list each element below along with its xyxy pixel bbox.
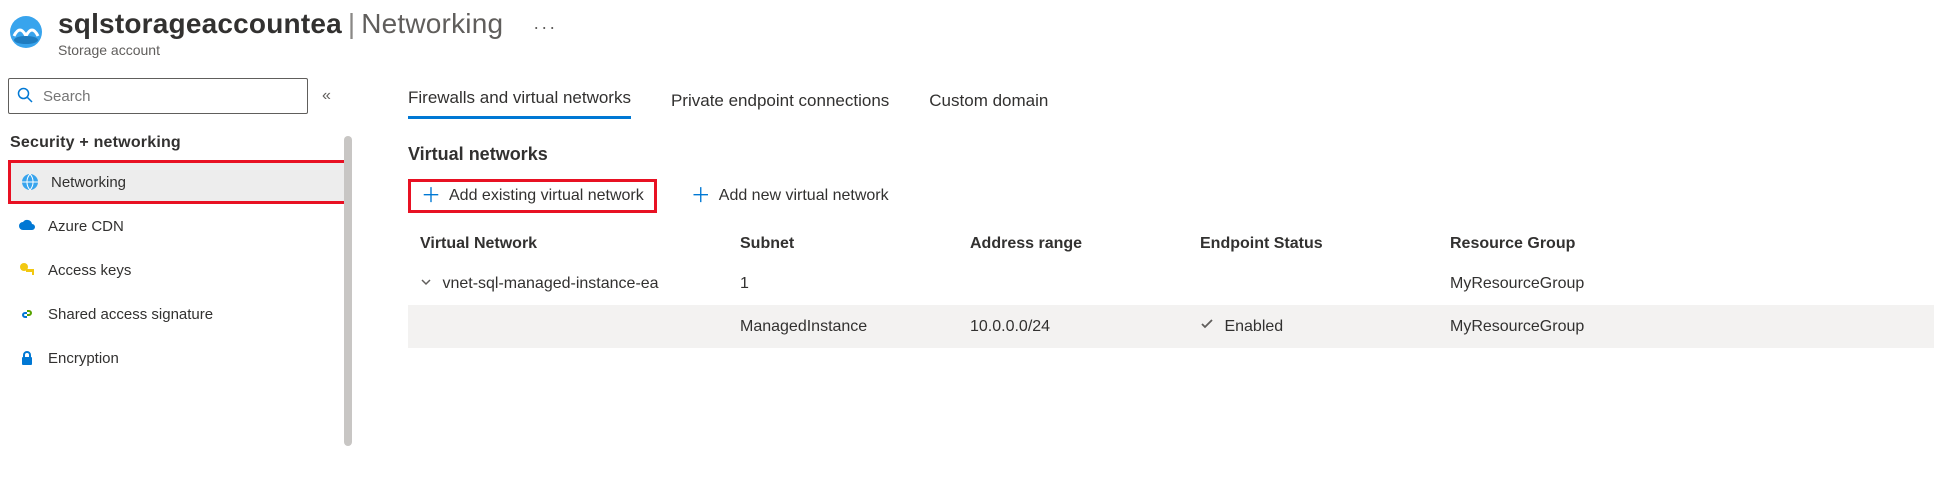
cell-subnet: ManagedInstance xyxy=(728,305,958,348)
tab-private-endpoint[interactable]: Private endpoint connections xyxy=(671,85,889,119)
sidebar-item-label: Shared access signature xyxy=(48,306,213,323)
page-header: sqlstorageaccountea | Networking ··· Sto… xyxy=(8,8,1934,58)
check-icon xyxy=(1200,318,1218,335)
page-title: Networking xyxy=(361,8,503,40)
cell-status: Enabled xyxy=(1188,305,1438,348)
sidebar-item-label: Encryption xyxy=(48,350,119,367)
cell-address: 10.0.0.0/24 xyxy=(958,305,1188,348)
add-new-vnet-button[interactable]: ＋ Add new virtual network xyxy=(681,180,899,212)
col-vnet: Virtual Network xyxy=(408,225,728,263)
sidebar-search[interactable] xyxy=(8,78,308,114)
cloud-icon xyxy=(18,217,36,235)
section-vnets-title: Virtual networks xyxy=(408,144,1934,165)
resource-type-icon xyxy=(8,8,44,53)
cell-status xyxy=(1188,263,1438,305)
sidebar: « Security + networking Networking Azure… xyxy=(8,78,348,380)
action-label: Add new virtual network xyxy=(719,187,889,205)
resource-type-label: Storage account xyxy=(58,42,557,58)
col-address: Address range xyxy=(958,225,1188,263)
globe-icon xyxy=(21,173,39,191)
sidebar-group-header: Security + networking xyxy=(10,134,348,152)
collapse-sidebar-button[interactable]: « xyxy=(316,81,337,111)
col-rg: Resource Group xyxy=(1438,225,1934,263)
link-icon xyxy=(18,305,36,323)
chevron-down-icon[interactable] xyxy=(420,275,432,293)
cell-status-text: Enabled xyxy=(1224,318,1283,335)
resource-name: sqlstorageaccountea xyxy=(58,8,342,40)
sidebar-nav: Networking Azure CDN Access keys Shared … xyxy=(8,160,348,380)
action-label: Add existing virtual network xyxy=(449,187,644,205)
plus-icon: ＋ xyxy=(421,186,441,206)
table-header-row: Virtual Network Subnet Address range End… xyxy=(408,225,1934,263)
table-row[interactable]: vnet-sql-managed-instance-ea 1 MyResourc… xyxy=(408,263,1934,305)
lock-icon xyxy=(18,349,36,367)
main-content: Firewalls and virtual networks Private e… xyxy=(348,78,1934,380)
sidebar-item-label: Networking xyxy=(51,174,126,191)
vnets-table: Virtual Network Subnet Address range End… xyxy=(408,225,1934,348)
col-status: Endpoint Status xyxy=(1188,225,1438,263)
table-row[interactable]: ManagedInstance 10.0.0.0/24 Enabled MyRe… xyxy=(408,305,1934,348)
cell-rg: MyResourceGroup xyxy=(1438,305,1934,348)
sidebar-scrollbar[interactable] xyxy=(344,136,352,446)
sidebar-item-access-keys[interactable]: Access keys xyxy=(8,248,348,292)
tab-custom-domain[interactable]: Custom domain xyxy=(929,85,1048,119)
more-actions-button[interactable]: ··· xyxy=(533,17,557,38)
key-icon xyxy=(18,261,36,279)
title-separator: | xyxy=(348,8,355,40)
col-subnet: Subnet xyxy=(728,225,958,263)
sidebar-item-label: Access keys xyxy=(48,262,131,279)
cell-address xyxy=(958,263,1188,305)
cell-subnet: 1 xyxy=(728,263,958,305)
sidebar-item-azure-cdn[interactable]: Azure CDN xyxy=(8,204,348,248)
search-icon xyxy=(17,87,33,106)
tab-firewalls-vnets[interactable]: Firewalls and virtual networks xyxy=(408,82,631,119)
cell-vnet xyxy=(408,305,728,348)
sidebar-item-label: Azure CDN xyxy=(48,218,124,235)
sidebar-item-encryption[interactable]: Encryption xyxy=(8,336,348,380)
add-existing-vnet-button[interactable]: ＋ Add existing virtual network xyxy=(408,179,657,213)
cell-rg: MyResourceGroup xyxy=(1438,263,1934,305)
sidebar-item-sas[interactable]: Shared access signature xyxy=(8,292,348,336)
search-input[interactable] xyxy=(41,87,299,106)
sidebar-item-networking[interactable]: Networking xyxy=(8,160,348,204)
cell-vnet: vnet-sql-managed-instance-ea xyxy=(442,275,658,292)
tab-bar: Firewalls and virtual networks Private e… xyxy=(408,82,1934,120)
plus-icon: ＋ xyxy=(691,186,711,206)
